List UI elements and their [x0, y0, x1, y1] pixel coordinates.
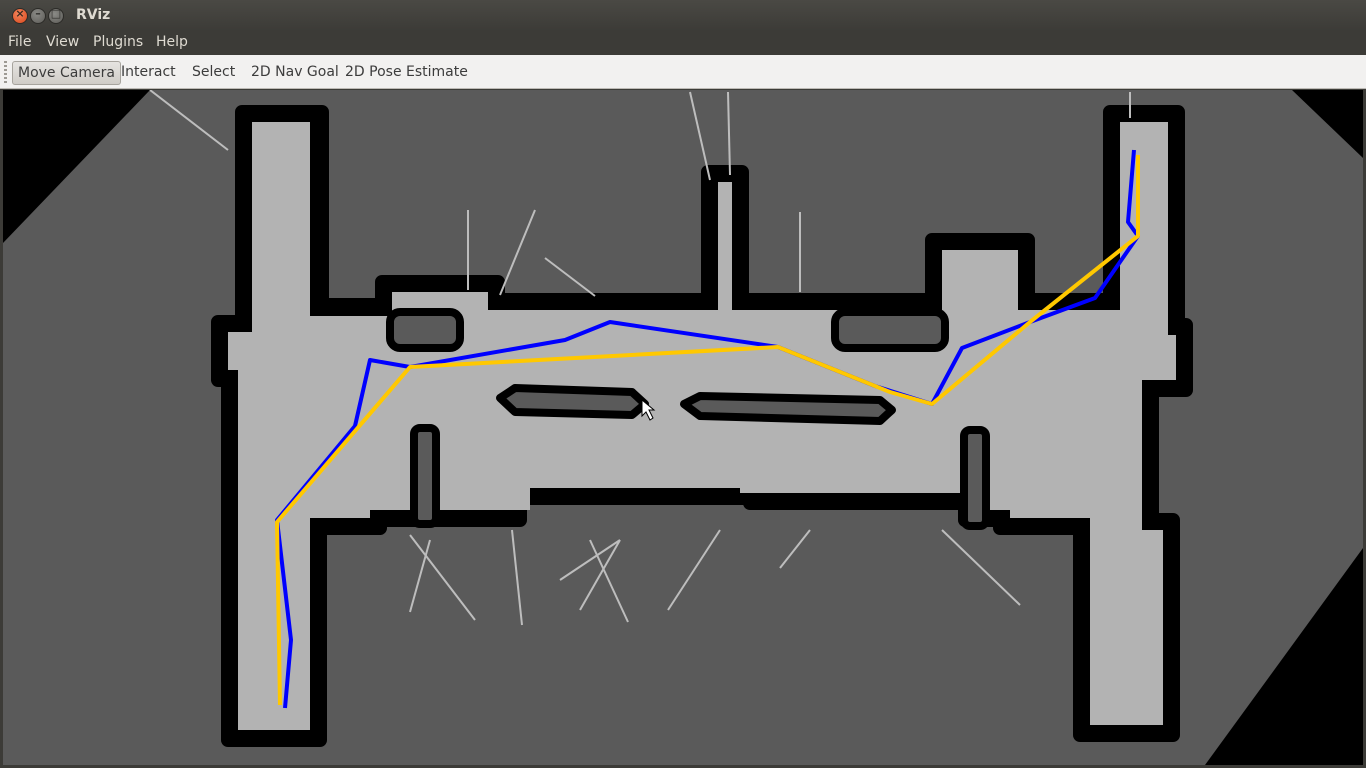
window-title: RViz [76, 7, 111, 23]
tool-select[interactable]: Select [187, 61, 240, 83]
menu-bar: File View Plugins Help [0, 31, 1366, 55]
close-window-button[interactable]: × [12, 7, 28, 24]
tool-toolbar: Move Camera Interact Select 2D Nav Goal … [0, 55, 1366, 89]
menu-plugins[interactable]: Plugins [93, 34, 143, 50]
close-icon: × [15, 7, 25, 20]
toolbar-grip-handle[interactable] [4, 61, 7, 83]
minimize-icon: – [35, 7, 41, 20]
menu-file[interactable]: File [8, 34, 31, 50]
tool-2d-pose-estimate[interactable]: 2D Pose Estimate [340, 61, 473, 83]
maximize-window-button[interactable]: □ [48, 7, 64, 24]
menu-help[interactable]: Help [156, 34, 188, 50]
maximize-icon: □ [50, 7, 62, 20]
tool-2d-nav-goal[interactable]: 2D Nav Goal [246, 61, 344, 83]
map-canvas[interactable] [3, 90, 1363, 765]
title-bar: × – □ RViz [0, 0, 1366, 31]
render-viewport[interactable] [3, 90, 1363, 765]
tool-move-camera[interactable]: Move Camera [12, 61, 121, 85]
minimize-window-button[interactable]: – [30, 7, 46, 24]
tool-interact[interactable]: Interact [116, 61, 181, 83]
menu-view[interactable]: View [46, 34, 79, 50]
